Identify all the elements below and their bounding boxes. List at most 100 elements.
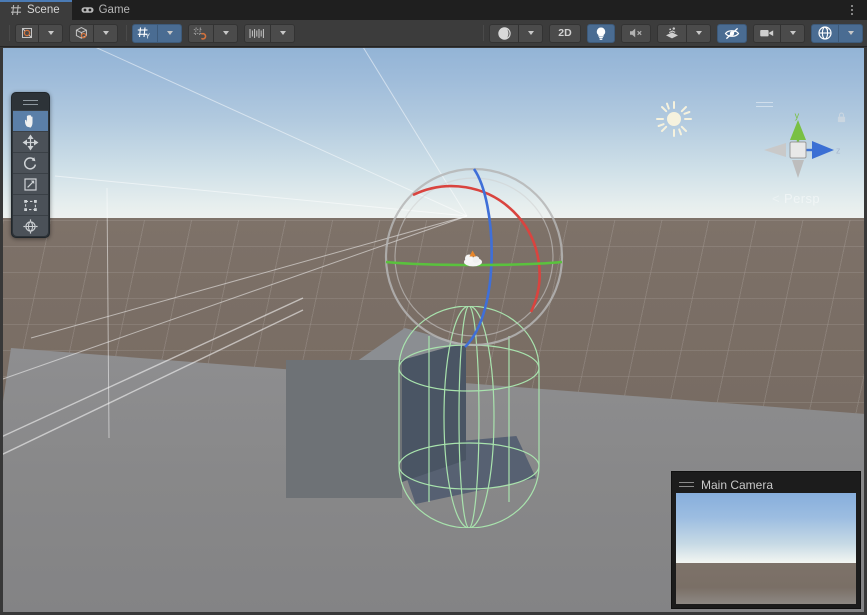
pivot-mode-button[interactable] (15, 23, 39, 43)
grid-visibility-button[interactable]: Y (132, 23, 158, 43)
chevron-down-icon (279, 31, 286, 35)
axis-z-label: z (836, 146, 841, 156)
tab-scene[interactable]: Scene (0, 0, 72, 20)
scene-gizmo-drag-handle[interactable] (756, 102, 773, 107)
camera-preview-sky (676, 493, 856, 563)
grid-snapping-button[interactable] (188, 23, 214, 43)
scene-toolbar: Y 2D (0, 20, 867, 47)
chevron-down-icon (847, 31, 854, 35)
toolbar-divider (483, 25, 484, 41)
tool-rect[interactable] (13, 194, 48, 215)
handle-space-button[interactable] (69, 23, 94, 43)
scene-fx-dropdown[interactable] (687, 23, 711, 43)
skybox (3, 48, 864, 222)
camera-preview-title: Main Camera (701, 477, 774, 492)
gizmos-dropdown[interactable] (839, 23, 863, 43)
chevron-down-icon (695, 31, 702, 35)
eye-slashed-icon (724, 27, 739, 39)
grid-visibility-group: Y (132, 23, 182, 43)
camera-preview-ground (676, 562, 856, 604)
rect-transform-icon (24, 199, 37, 211)
chevron-down-icon (789, 31, 796, 35)
grid-snapping-dropdown[interactable] (214, 23, 238, 43)
increment-snap-button[interactable] (244, 23, 271, 43)
tab-game[interactable]: Game (72, 0, 142, 20)
grid-snapping-group (188, 23, 238, 43)
scene-fx-button[interactable] (657, 23, 687, 43)
axis-y-label: y (795, 112, 800, 121)
shading-mode-button[interactable] (489, 23, 519, 43)
unity-scene-window: Scene Game Y 2D y z < Persp Main Camera (0, 0, 867, 615)
scene-orientation-gizmo[interactable]: y z < Persp (746, 98, 850, 206)
pivot-mode-group (15, 23, 63, 43)
gizmos-group (811, 23, 863, 43)
scene-audio-toggle[interactable] (621, 23, 651, 43)
tool-transform[interactable] (13, 215, 48, 236)
light-object[interactable] (461, 248, 487, 268)
toolbar-divider (9, 25, 10, 41)
camera-settings-button[interactable] (753, 23, 781, 43)
tool-palette (11, 92, 50, 238)
view-2d-toggle[interactable]: 2D (549, 23, 581, 43)
chevron-down-icon (222, 31, 229, 35)
chevron-down-icon (527, 31, 534, 35)
handle-space-dropdown[interactable] (94, 23, 118, 43)
svg-text:Y: Y (145, 34, 150, 40)
audio-muted-icon (630, 28, 642, 38)
tool-hand[interactable] (13, 110, 48, 131)
sun-icon[interactable] (655, 100, 693, 138)
cube-object[interactable] (286, 328, 536, 518)
move-arrows-icon (22, 134, 39, 150)
scale-icon (24, 177, 37, 191)
camera-settings-dropdown[interactable] (781, 23, 805, 43)
pivot-mode-dropdown[interactable] (39, 23, 63, 43)
tab-game-label: Game (98, 4, 130, 16)
grid-visibility-dropdown[interactable] (158, 23, 182, 43)
handle-space-group (69, 23, 118, 43)
chevron-down-icon (166, 31, 173, 35)
grid-snap-magnet-icon (193, 27, 207, 40)
shading-mode-group (489, 23, 543, 43)
panel-tab-bar: Scene Game (0, 0, 867, 20)
scene-viewport[interactable]: y z < Persp Main Camera (3, 48, 864, 612)
axis-cones[interactable]: y z (746, 112, 850, 190)
chevron-down-icon (102, 31, 109, 35)
scene-fx-group (657, 23, 711, 43)
camera-preview-drag-handle[interactable] (679, 482, 694, 487)
projection-mode-label[interactable]: < Persp (746, 191, 846, 206)
rotate-icon (24, 156, 37, 170)
view-2d-label: 2D (558, 27, 572, 39)
grid-axis-y-icon: Y (137, 27, 150, 40)
ruler-icon (249, 28, 264, 38)
scene-visibility-toggle[interactable] (717, 23, 747, 43)
tool-scale[interactable] (13, 173, 48, 194)
pivot-icon (22, 28, 32, 38)
gizmos-button[interactable] (811, 23, 839, 43)
global-cube-icon (75, 27, 87, 39)
chevron-down-icon (47, 31, 54, 35)
lightbulb-icon (596, 27, 606, 40)
shading-mode-dropdown[interactable] (519, 23, 543, 43)
hand-icon (25, 114, 33, 128)
gamepad-icon (81, 4, 94, 17)
persp-text: Persp (784, 191, 820, 206)
toolbar-divider (126, 25, 127, 41)
camera-icon (760, 30, 774, 37)
tab-scene-label: Scene (27, 4, 60, 16)
cube-face-right (402, 342, 466, 482)
more-options-button[interactable] (841, 0, 863, 20)
fx-particles-icon (666, 27, 678, 39)
scene-lighting-toggle[interactable] (587, 23, 615, 43)
tool-rotate[interactable] (13, 152, 48, 173)
increment-snap-dropdown[interactable] (271, 23, 295, 43)
gizmo-globe-icon (818, 26, 832, 40)
transform-icon (23, 218, 38, 234)
increment-snap-group (244, 23, 295, 43)
camera-settings-group (753, 23, 805, 43)
tool-palette-drag-handle[interactable] (13, 94, 48, 110)
camera-preview-panel[interactable]: Main Camera (671, 471, 861, 609)
tool-move[interactable] (13, 131, 48, 152)
grid-hash-icon (9, 4, 22, 17)
camera-preview-header: Main Camera (676, 476, 856, 493)
camera-preview-render (676, 493, 856, 604)
